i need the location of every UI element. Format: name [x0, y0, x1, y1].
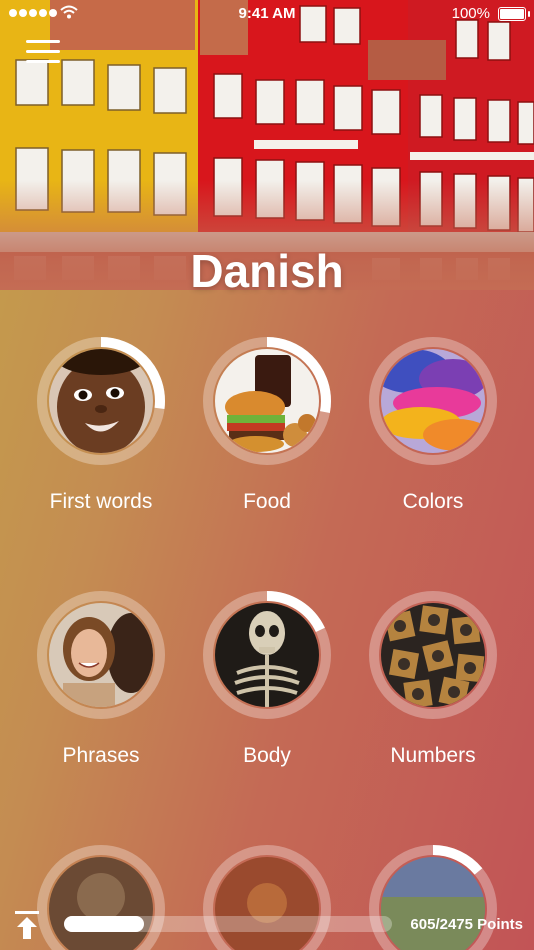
topic-food[interactable]: Food	[184, 336, 350, 514]
points-counter: 605/2475 Points	[410, 916, 523, 933]
topic-body[interactable]: Body	[184, 590, 350, 768]
burger-and-soda-image	[215, 349, 319, 453]
skeleton-image	[215, 603, 319, 707]
progress-ring	[36, 336, 166, 466]
progress-ring	[368, 336, 498, 466]
topic-phrases[interactable]: Phrases	[18, 590, 184, 768]
topic-first-words[interactable]: First words	[18, 336, 184, 514]
topic-label: Food	[243, 490, 291, 513]
app-screen: 9:41 AM 100% Danish First words Food Col…	[0, 0, 534, 950]
bottom-bar: 605/2475 Points	[0, 900, 534, 950]
topic-label: Phrases	[62, 744, 140, 767]
points-progress-bar	[64, 916, 392, 932]
scroll-to-top-icon[interactable]	[14, 910, 40, 940]
couple-talking-image	[49, 603, 153, 707]
progress-ring	[202, 590, 332, 720]
topic-label: First words	[49, 490, 153, 513]
topic-colors[interactable]: Colors	[350, 336, 516, 514]
topic-label: Numbers	[390, 744, 476, 767]
topic-numbers[interactable]: Numbers	[350, 590, 516, 768]
status-bar: 9:41 AM 100%	[0, 0, 534, 28]
hamburger-menu-icon[interactable]	[26, 40, 60, 66]
page-title: Danish	[190, 245, 344, 297]
battery-percentage: 100%	[451, 5, 490, 22]
progress-ring	[36, 590, 166, 720]
topic-label: Colors	[402, 490, 464, 513]
progress-ring	[368, 590, 498, 720]
child-face-image	[49, 349, 153, 453]
progress-ring	[202, 336, 332, 466]
battery-icon	[498, 7, 530, 21]
points-progress-fill	[64, 916, 145, 932]
topic-label: Body	[243, 744, 291, 767]
color-powder-image	[381, 349, 485, 453]
metal-type-image	[381, 603, 485, 707]
